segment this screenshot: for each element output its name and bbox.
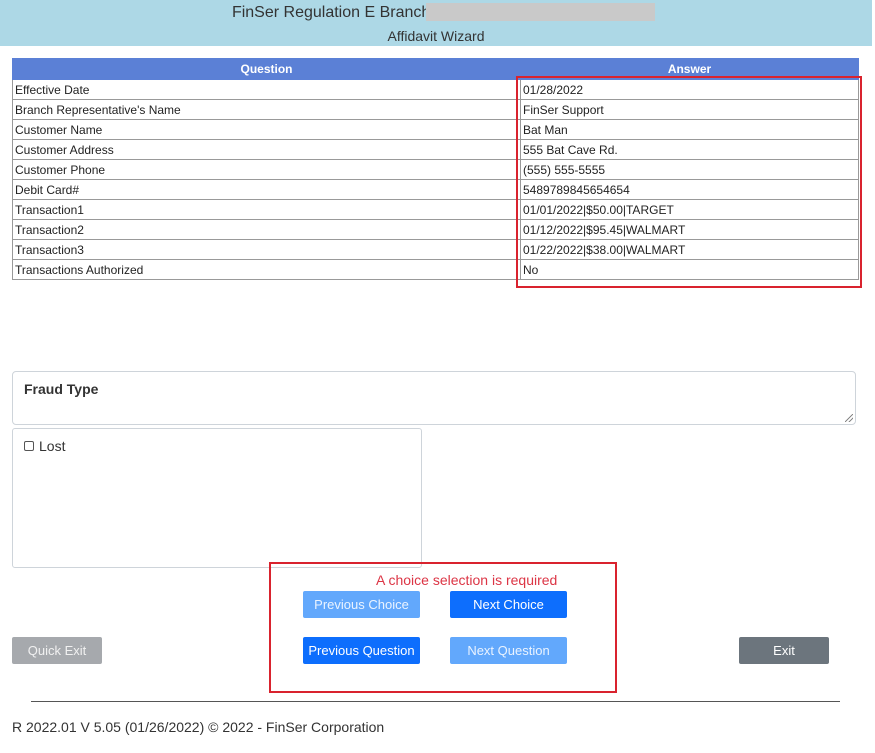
table-row: Debit Card# 5489789845654654 <box>12 179 859 200</box>
page-subtitle: Affidavit Wizard <box>387 28 485 44</box>
question-cell: Transactions Authorized <box>12 259 521 280</box>
footer-divider <box>31 701 840 702</box>
answer-cell: (555) 555-5555 <box>520 159 859 180</box>
answer-cell: Bat Man <box>520 119 859 140</box>
answer-cell: 5489789845654654 <box>520 179 859 200</box>
page-header: FinSer Regulation E Branch - Affidavit W… <box>0 0 872 46</box>
next-question-button[interactable]: Next Question <box>450 637 567 664</box>
answer-cell: 01/22/2022|$38.00|WALMART <box>520 239 859 260</box>
table-header-row: Question Answer <box>12 58 859 80</box>
fraud-type-textarea[interactable]: Fraud Type <box>12 371 856 425</box>
choice-label: Lost <box>39 438 66 454</box>
quick-exit-button[interactable]: Quick Exit <box>12 637 102 664</box>
page-title: FinSer Regulation E Branch - <box>231 4 441 21</box>
column-header-question: Question <box>12 58 521 80</box>
table-row: Transactions Authorized No <box>12 259 859 280</box>
question-cell: Transaction3 <box>12 239 521 260</box>
table-row: Customer Name Bat Man <box>12 119 859 140</box>
choice-lost[interactable]: Lost <box>24 438 65 454</box>
answer-cell: 01/12/2022|$95.45|WALMART <box>520 219 859 240</box>
table-row: Transaction2 01/12/2022|$95.45|WALMART <box>12 219 859 240</box>
question-cell: Debit Card# <box>12 179 521 200</box>
answer-cell: No <box>520 259 859 280</box>
table-row: Effective Date 01/28/2022 <box>12 79 859 100</box>
answer-cell: FinSer Support <box>520 99 859 120</box>
footer-version-text: R 2022.01 V 5.05 (01/26/2022) © 2022 - F… <box>12 719 385 735</box>
table-row: Branch Representative's Name FinSer Supp… <box>12 99 859 120</box>
next-choice-button[interactable]: Next Choice <box>450 591 567 618</box>
question-cell: Branch Representative's Name <box>12 99 521 120</box>
table-row: Customer Address 555 Bat Cave Rd. <box>12 139 859 160</box>
question-cell: Transaction2 <box>12 219 521 240</box>
table-row: Transaction1 01/01/2022|$50.00|TARGET <box>12 199 859 220</box>
answer-cell: 01/28/2022 <box>520 79 859 100</box>
answer-cell: 01/01/2022|$50.00|TARGET <box>520 199 859 220</box>
choice-required-error: A choice selection is required <box>376 572 558 588</box>
previous-choice-button[interactable]: Previous Choice <box>303 591 420 618</box>
question-cell: Customer Phone <box>12 159 521 180</box>
column-header-answer: Answer <box>520 58 859 80</box>
question-cell: Transaction1 <box>12 199 521 220</box>
question-cell: Effective Date <box>12 79 521 100</box>
resize-grip-icon[interactable] <box>845 414 853 422</box>
exit-button[interactable]: Exit <box>739 637 829 664</box>
fraud-type-label: Fraud Type <box>24 381 99 397</box>
lost-checkbox[interactable] <box>24 441 34 451</box>
previous-question-button[interactable]: Previous Question <box>303 637 420 664</box>
table-row: Customer Phone (555) 555-5555 <box>12 159 859 180</box>
fraud-choices-panel: Lost <box>12 428 422 568</box>
answer-cell: 555 Bat Cave Rd. <box>520 139 859 160</box>
question-cell: Customer Name <box>12 119 521 140</box>
affidavit-table: Question Answer Effective Date 01/28/202… <box>12 58 859 280</box>
redacted-branch-name <box>426 3 655 21</box>
table-row: Transaction3 01/22/2022|$38.00|WALMART <box>12 239 859 260</box>
question-cell: Customer Address <box>12 139 521 160</box>
